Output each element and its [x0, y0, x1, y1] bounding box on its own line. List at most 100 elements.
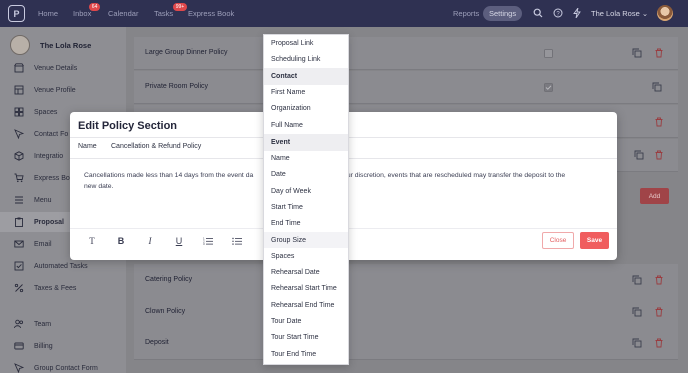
sidebar-item-contact-form[interactable]: Contact Fo	[14, 129, 68, 139]
name-label: Name	[78, 143, 97, 150]
merge-field-dropdown: Proposal Link Scheduling Link Contact First…	[263, 34, 349, 365]
trash-icon[interactable]	[654, 338, 664, 348]
dropdown-item-date[interactable]: Date	[264, 167, 348, 183]
nav-tasks-label[interactable]: Tasks	[154, 9, 173, 18]
nav-calendar[interactable]: Calendar	[108, 9, 138, 18]
sidebar-item-label: Contact Fo	[34, 130, 69, 138]
sidebar-item-group-contact-form[interactable]: Group Contact Form	[14, 363, 98, 373]
dropdown-item-full-name[interactable]: Full Name	[264, 117, 348, 133]
bold-icon[interactable]: B	[116, 236, 126, 246]
sidebar-item-venue-profile[interactable]: Venue Profile	[14, 85, 76, 95]
venue-menu[interactable]: The Lola Rose ⌄	[591, 9, 648, 18]
copy-icon[interactable]	[632, 48, 642, 58]
copy-icon[interactable]	[632, 307, 642, 317]
policy-checkbox[interactable]	[544, 49, 553, 58]
cart-icon	[14, 173, 24, 183]
search-icon[interactable]	[533, 8, 543, 18]
policy-row: Deposit	[134, 327, 678, 360]
policy-row: Private Room Policy	[134, 71, 678, 104]
sidebar-item-label: Spaces	[34, 108, 58, 116]
text-icon[interactable]: T	[87, 236, 97, 246]
sidebar-item-integrations[interactable]: Integratio	[14, 151, 63, 161]
dropdown-item-tour-end-time[interactable]: Tour End Time	[264, 346, 348, 362]
sidebar-item-proposal[interactable]: Proposal	[14, 217, 64, 227]
sidebar-item-label: Express Bo	[34, 174, 70, 182]
italic-icon[interactable]: I	[145, 236, 155, 246]
sidebar-item-automated-tasks[interactable]: Automated Tasks	[14, 261, 88, 271]
dropdown-item-rehearsal-end-time[interactable]: Rehearsal End Time	[264, 297, 348, 313]
copy-icon[interactable]	[634, 150, 644, 160]
spaces-icon	[14, 107, 24, 117]
dropdown-item-tour-start-time[interactable]: Tour Start Time	[264, 330, 348, 346]
nav-express-book[interactable]: Express Book	[188, 9, 234, 18]
sidebar-item-billing[interactable]: Billing	[14, 341, 53, 351]
avatar[interactable]	[657, 5, 673, 21]
dropdown-item-end-time[interactable]: End Time	[264, 216, 348, 232]
dropdown-item-proposal-link[interactable]: Proposal Link	[264, 35, 348, 51]
underline-icon[interactable]: U	[174, 236, 184, 246]
dropdown-item-organization[interactable]: Organization	[264, 101, 348, 117]
nav-home[interactable]: Home	[38, 9, 58, 18]
dropdown-section-event: Event	[264, 133, 348, 151]
trash-icon[interactable]	[654, 307, 664, 317]
venue-emblem	[10, 35, 30, 55]
save-button[interactable]: Save	[580, 232, 609, 249]
cursor-icon	[14, 129, 24, 139]
sidebar-item-label: Billing	[34, 342, 53, 350]
close-button[interactable]: Close	[542, 232, 574, 249]
nav-tasks[interactable]: Tasks 99+	[154, 3, 188, 18]
nav-reports[interactable]: Reports	[453, 9, 479, 18]
policy-name-field[interactable]: Cancellation & Refund Policy	[111, 143, 201, 150]
policy-checkbox-checked[interactable]	[544, 83, 553, 92]
sidebar-item-label: Menu	[34, 196, 52, 204]
sidebar-item-email[interactable]: Email	[14, 239, 52, 249]
help-icon[interactable]: ?	[553, 8, 563, 18]
trash-icon[interactable]	[654, 275, 664, 285]
nav-inbox-label[interactable]: Inbox	[73, 9, 91, 18]
trash-icon[interactable]	[654, 48, 664, 58]
sidebar-item-express-book[interactable]: Express Bo	[14, 173, 70, 183]
dropdown-item-rehearsal-start-time[interactable]: Rehearsal Start Time	[264, 281, 348, 297]
cursor-icon	[14, 363, 24, 373]
dropdown-item-spaces[interactable]: Spaces	[264, 248, 348, 264]
dropdown-item-first-name[interactable]: First Name	[264, 85, 348, 101]
nav-inbox[interactable]: Inbox 64	[73, 3, 101, 18]
sidebar-item-venue-details[interactable]: Venue Details	[14, 63, 77, 73]
app-logo[interactable]: P	[8, 5, 25, 22]
venue-menu-label[interactable]: The Lola Rose	[591, 9, 640, 18]
dropdown-item-scheduling-link[interactable]: Scheduling Link	[264, 51, 348, 67]
top-navbar: P Home Inbox 64 Calendar Tasks 99+ Expre…	[0, 0, 688, 27]
add-policy-button[interactable]: Add	[640, 188, 669, 204]
body-text-line1-start: Cancellations made less than 14 days fro…	[84, 172, 254, 179]
sidebar-item-spaces[interactable]: Spaces	[14, 107, 57, 117]
dropdown-item-tour-date[interactable]: Tour Date	[264, 314, 348, 330]
nav-settings[interactable]: Settings	[483, 6, 523, 21]
svg-text:3: 3	[203, 242, 205, 246]
policy-row: Large Group Dinner Policy	[134, 37, 678, 70]
layout-icon	[14, 85, 24, 95]
sidebar-item-team[interactable]: Team	[14, 319, 51, 329]
dropdown-item-name[interactable]: Name	[264, 151, 348, 167]
policy-name: Large Group Dinner Policy	[145, 49, 228, 56]
copy-icon[interactable]	[652, 82, 662, 92]
sidebar-item-label: Proposal	[34, 218, 64, 226]
copy-icon[interactable]	[632, 275, 642, 285]
ordered-list-icon[interactable]: 123	[203, 236, 213, 246]
tasks-count-badge: 99+	[172, 3, 188, 11]
dropdown-item-group-size[interactable]: Group Size	[264, 232, 348, 248]
dropdown-item-start-time[interactable]: Start Time	[264, 199, 348, 215]
sidebar-item-menu[interactable]: Menu	[14, 195, 52, 205]
clipboard-icon	[15, 217, 23, 227]
policy-name: Clown Policy	[145, 308, 186, 315]
dropdown-item-rehearsal-date[interactable]: Rehearsal Date	[264, 265, 348, 281]
sidebar-item-label: Automated Tasks	[34, 262, 88, 270]
dropdown-item-day-of-week[interactable]: Day of Week	[264, 183, 348, 199]
bolt-icon[interactable]	[572, 8, 582, 18]
trash-icon[interactable]	[654, 150, 664, 160]
store-icon	[14, 63, 24, 73]
copy-icon[interactable]	[632, 338, 642, 348]
bullet-list-icon[interactable]	[232, 236, 242, 246]
trash-icon[interactable]	[654, 117, 664, 127]
sidebar-item-taxes-fees[interactable]: Taxes & Fees	[14, 283, 76, 293]
percent-icon	[14, 283, 24, 293]
